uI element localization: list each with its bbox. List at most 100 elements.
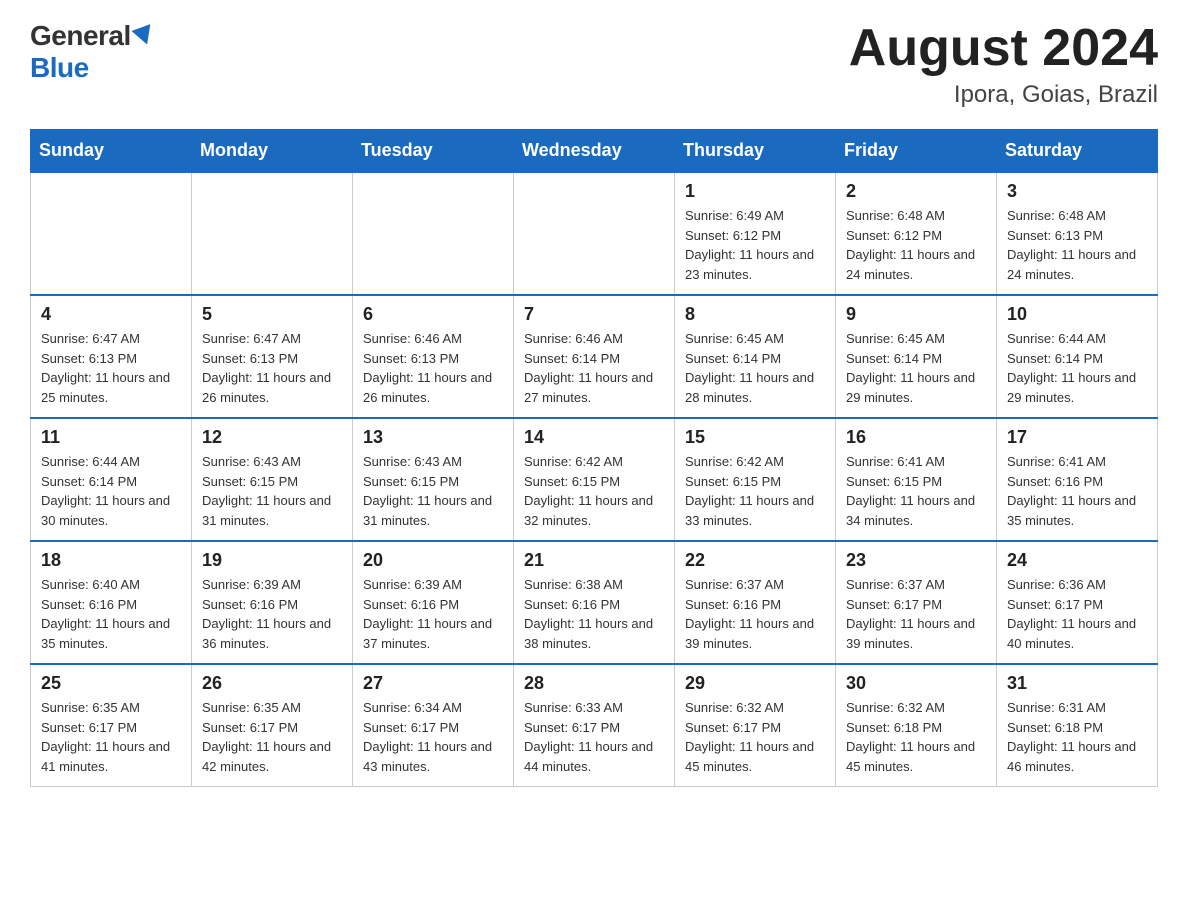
day-info: Sunrise: 6:49 AM Sunset: 6:12 PM Dayligh… (685, 206, 825, 284)
day-number: 14 (524, 427, 664, 448)
weekday-header-row: Sunday Monday Tuesday Wednesday Thursday… (31, 130, 1158, 173)
header-wednesday: Wednesday (514, 130, 675, 173)
calendar-cell-1-0: 4 Sunrise: 6:47 AM Sunset: 6:13 PM Daylig… (31, 295, 192, 418)
day-info: Sunrise: 6:42 AM Sunset: 6:15 PM Dayligh… (685, 452, 825, 530)
day-info: Sunrise: 6:35 AM Sunset: 6:17 PM Dayligh… (41, 698, 181, 776)
title-area: August 2024 Ipora, Goias, Brazil (849, 20, 1158, 109)
day-number: 30 (846, 673, 986, 694)
day-number: 1 (685, 181, 825, 202)
day-number: 24 (1007, 550, 1147, 571)
calendar-cell-2-4: 15 Sunrise: 6:42 AM Sunset: 6:15 PM Dayli… (675, 418, 836, 541)
day-number: 11 (41, 427, 181, 448)
week-row-2: 4 Sunrise: 6:47 AM Sunset: 6:13 PM Daylig… (31, 295, 1158, 418)
day-number: 3 (1007, 181, 1147, 202)
day-info: Sunrise: 6:38 AM Sunset: 6:16 PM Dayligh… (524, 575, 664, 653)
day-info: Sunrise: 6:47 AM Sunset: 6:13 PM Dayligh… (41, 329, 181, 407)
day-number: 15 (685, 427, 825, 448)
day-number: 4 (41, 304, 181, 325)
header-tuesday: Tuesday (353, 130, 514, 173)
day-number: 16 (846, 427, 986, 448)
calendar-cell-2-2: 13Sunrise: 6:43 AM Sunset: 6:15 PM Dayli… (353, 418, 514, 541)
day-number: 31 (1007, 673, 1147, 694)
calendar-cell-0-4: 1 Sunrise: 6:49 AM Sunset: 6:12 PM Daylig… (675, 172, 836, 295)
calendar-cell-4-2: 27 Sunrise: 6:34 AM Sunset: 6:17 PM Dayli… (353, 664, 514, 787)
header-friday: Friday (836, 130, 997, 173)
day-info: Sunrise: 6:48 AM Sunset: 6:12 PM Dayligh… (846, 206, 986, 284)
calendar-cell-1-2: 6 Sunrise: 6:46 AM Sunset: 6:13 PM Daylig… (353, 295, 514, 418)
day-info: Sunrise: 6:39 AM Sunset: 6:16 PM Dayligh… (363, 575, 503, 653)
calendar-cell-4-4: 29 Sunrise: 6:32 AM Sunset: 6:17 PM Dayli… (675, 664, 836, 787)
day-info: Sunrise: 6:44 AM Sunset: 6:14 PM Dayligh… (41, 452, 181, 530)
day-info: Sunrise: 6:39 AM Sunset: 6:16 PM Dayligh… (202, 575, 342, 653)
day-number: 20 (363, 550, 503, 571)
week-row-1: 1 Sunrise: 6:49 AM Sunset: 6:12 PM Daylig… (31, 172, 1158, 295)
header-monday: Monday (192, 130, 353, 173)
day-info: Sunrise: 6:41 AM Sunset: 6:16 PM Dayligh… (1007, 452, 1147, 530)
day-info: Sunrise: 6:32 AM Sunset: 6:18 PM Dayligh… (846, 698, 986, 776)
day-info: Sunrise: 6:31 AM Sunset: 6:18 PM Dayligh… (1007, 698, 1147, 776)
calendar-cell-1-5: 9 Sunrise: 6:45 AM Sunset: 6:14 PM Daylig… (836, 295, 997, 418)
day-info: Sunrise: 6:35 AM Sunset: 6:17 PM Dayligh… (202, 698, 342, 776)
day-number: 26 (202, 673, 342, 694)
calendar-cell-0-1 (192, 172, 353, 295)
logo-blue-text: Blue (30, 52, 89, 84)
day-number: 23 (846, 550, 986, 571)
calendar-cell-4-1: 26 Sunrise: 6:35 AM Sunset: 6:17 PM Dayli… (192, 664, 353, 787)
logo-general-text: General (30, 20, 131, 52)
calendar-cell-0-3 (514, 172, 675, 295)
calendar-cell-4-5: 30 Sunrise: 6:32 AM Sunset: 6:18 PM Dayli… (836, 664, 997, 787)
calendar-cell-2-1: 12Sunrise: 6:43 AM Sunset: 6:15 PM Dayli… (192, 418, 353, 541)
day-info: Sunrise: 6:47 AM Sunset: 6:13 PM Dayligh… (202, 329, 342, 407)
calendar-cell-3-5: 23 Sunrise: 6:37 AM Sunset: 6:17 PM Dayli… (836, 541, 997, 664)
day-info: Sunrise: 6:37 AM Sunset: 6:17 PM Dayligh… (846, 575, 986, 653)
day-info: Sunrise: 6:46 AM Sunset: 6:14 PM Dayligh… (524, 329, 664, 407)
day-info: Sunrise: 6:46 AM Sunset: 6:13 PM Dayligh… (363, 329, 503, 407)
calendar-cell-4-6: 31 Sunrise: 6:31 AM Sunset: 6:18 PM Dayli… (997, 664, 1158, 787)
calendar-cell-2-3: 14Sunrise: 6:42 AM Sunset: 6:15 PM Dayli… (514, 418, 675, 541)
week-row-3: 11 Sunrise: 6:44 AM Sunset: 6:14 PM Dayli… (31, 418, 1158, 541)
calendar-cell-3-6: 24 Sunrise: 6:36 AM Sunset: 6:17 PM Dayli… (997, 541, 1158, 664)
week-row-4: 18 Sunrise: 6:40 AM Sunset: 6:16 PM Dayli… (31, 541, 1158, 664)
calendar-cell-2-5: 16Sunrise: 6:41 AM Sunset: 6:15 PM Dayli… (836, 418, 997, 541)
day-info: Sunrise: 6:36 AM Sunset: 6:17 PM Dayligh… (1007, 575, 1147, 653)
day-info: Sunrise: 6:37 AM Sunset: 6:16 PM Dayligh… (685, 575, 825, 653)
day-number: 6 (363, 304, 503, 325)
day-number: 25 (41, 673, 181, 694)
day-info: Sunrise: 6:32 AM Sunset: 6:17 PM Dayligh… (685, 698, 825, 776)
calendar-cell-4-0: 25 Sunrise: 6:35 AM Sunset: 6:17 PM Dayli… (31, 664, 192, 787)
header-saturday: Saturday (997, 130, 1158, 173)
day-number: 27 (363, 673, 503, 694)
calendar-cell-4-3: 28Sunrise: 6:33 AM Sunset: 6:17 PM Dayli… (514, 664, 675, 787)
day-number: 21 (524, 550, 664, 571)
header-sunday: Sunday (31, 130, 192, 173)
day-number: 29 (685, 673, 825, 694)
day-number: 8 (685, 304, 825, 325)
day-number: 17 (1007, 427, 1147, 448)
calendar-cell-3-0: 18 Sunrise: 6:40 AM Sunset: 6:16 PM Dayli… (31, 541, 192, 664)
day-info: Sunrise: 6:44 AM Sunset: 6:14 PM Dayligh… (1007, 329, 1147, 407)
calendar-cell-1-1: 5Sunrise: 6:47 AM Sunset: 6:13 PM Daylig… (192, 295, 353, 418)
day-info: Sunrise: 6:45 AM Sunset: 6:14 PM Dayligh… (846, 329, 986, 407)
calendar-table: Sunday Monday Tuesday Wednesday Thursday… (30, 129, 1158, 787)
calendar-cell-1-4: 8 Sunrise: 6:45 AM Sunset: 6:14 PM Daylig… (675, 295, 836, 418)
day-number: 10 (1007, 304, 1147, 325)
day-number: 18 (41, 550, 181, 571)
day-number: 22 (685, 550, 825, 571)
month-title: August 2024 (849, 20, 1158, 77)
day-info: Sunrise: 6:48 AM Sunset: 6:13 PM Dayligh… (1007, 206, 1147, 284)
calendar-cell-3-4: 22 Sunrise: 6:37 AM Sunset: 6:16 PM Dayli… (675, 541, 836, 664)
logo-triangle-icon (131, 24, 156, 48)
day-info: Sunrise: 6:45 AM Sunset: 6:14 PM Dayligh… (685, 329, 825, 407)
day-number: 9 (846, 304, 986, 325)
calendar-cell-0-6: 3 Sunrise: 6:48 AM Sunset: 6:13 PM Daylig… (997, 172, 1158, 295)
day-info: Sunrise: 6:40 AM Sunset: 6:16 PM Dayligh… (41, 575, 181, 653)
day-info: Sunrise: 6:34 AM Sunset: 6:17 PM Dayligh… (363, 698, 503, 776)
day-info: Sunrise: 6:43 AM Sunset: 6:15 PM Dayligh… (363, 452, 503, 530)
day-number: 2 (846, 181, 986, 202)
calendar-cell-2-6: 17 Sunrise: 6:41 AM Sunset: 6:16 PM Dayli… (997, 418, 1158, 541)
calendar-cell-1-6: 10 Sunrise: 6:44 AM Sunset: 6:14 PM Dayli… (997, 295, 1158, 418)
calendar-cell-2-0: 11 Sunrise: 6:44 AM Sunset: 6:14 PM Dayli… (31, 418, 192, 541)
day-info: Sunrise: 6:43 AM Sunset: 6:15 PM Dayligh… (202, 452, 342, 530)
day-number: 28 (524, 673, 664, 694)
day-number: 7 (524, 304, 664, 325)
